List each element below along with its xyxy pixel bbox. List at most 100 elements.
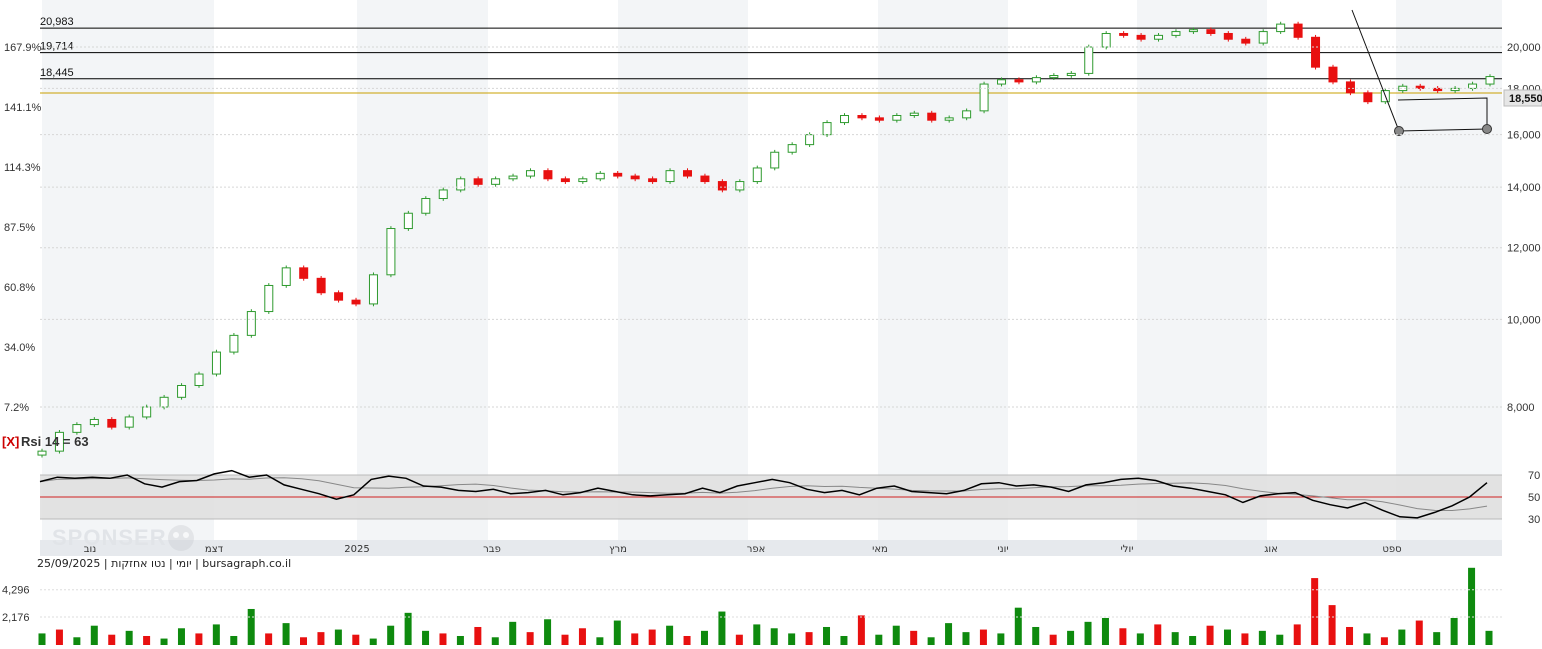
candle-up: [211, 351, 221, 375]
candle-up: [438, 189, 448, 200]
rsi-close-button[interactable]: [X]: [2, 434, 19, 449]
month-label: מאי: [872, 544, 888, 555]
month-label: מרץ: [609, 544, 627, 555]
volume-bar-up: [491, 637, 499, 645]
volume-bar-up: [1101, 617, 1109, 645]
volume-tick-label: 2,176: [2, 612, 30, 624]
volume-bar-down: [195, 633, 203, 645]
volume-bar-up: [1398, 629, 1406, 645]
percent-tick-label: 141.1%: [4, 102, 42, 114]
volume-bar-up: [404, 612, 412, 645]
price-axis: 8,00010,00012,00014,00016,00018,00020,00…: [40, 42, 1541, 414]
volume-bar-down: [683, 635, 691, 645]
candle-up: [1049, 75, 1059, 79]
volume-bar-down: [526, 632, 534, 645]
candle-up: [962, 110, 972, 119]
volume-bar-down: [352, 634, 360, 645]
month-label: אוג: [1264, 544, 1278, 555]
candle-down: [1345, 81, 1355, 94]
volume-bar-down: [474, 626, 482, 645]
candle-up: [491, 178, 501, 185]
candle-up: [525, 170, 535, 177]
volume-bar-down: [108, 634, 116, 645]
candle-up: [787, 144, 797, 153]
volume-bar-down: [805, 632, 813, 645]
candle-up: [1188, 29, 1198, 33]
volume-bar-up: [596, 637, 604, 645]
volume-bar-up: [456, 635, 464, 645]
rsi-label: Rsi 14 = 63: [21, 434, 89, 449]
candle-up: [909, 112, 919, 117]
candle-up: [595, 172, 605, 180]
chart-background: [42, 0, 1502, 540]
volume-bar-up: [422, 630, 430, 645]
candlestick-series: [37, 21, 1495, 458]
price-tick-label: 12,000: [1507, 243, 1541, 255]
candle-down: [927, 112, 937, 121]
rsi-tick-label: 70: [1528, 470, 1540, 482]
candle-down: [1206, 29, 1216, 34]
candle-down: [107, 418, 117, 428]
percent-tick-label: 7.2%: [4, 402, 29, 414]
volume-bar-up: [613, 620, 621, 645]
volume-bar-down: [979, 629, 987, 645]
volume-bar-up: [1067, 630, 1075, 645]
candle-up: [72, 424, 82, 433]
volume-bar-down: [300, 637, 308, 645]
volume-bar-down: [1380, 637, 1388, 645]
volume-bar-down: [1154, 624, 1162, 645]
volume-bar-down: [735, 634, 743, 645]
month-stripe: [357, 0, 488, 540]
month-stripe: [878, 0, 1008, 540]
volume-bar-up: [1450, 617, 1458, 645]
candle-up: [229, 334, 239, 353]
percent-tick-label: 114.3%: [4, 162, 41, 174]
price-tick-label: 10,000: [1507, 314, 1541, 326]
volume-bar-down: [1049, 634, 1057, 645]
volume-bar-up: [369, 638, 377, 645]
candle-up: [1066, 72, 1076, 77]
volume-bar-down: [1346, 626, 1354, 645]
candle-down: [874, 117, 884, 121]
volume-bar-up: [753, 624, 761, 645]
candle-up: [665, 170, 675, 183]
volume-bar-up: [509, 621, 517, 645]
volume-bar-up: [230, 635, 238, 645]
month-label: 2025: [344, 544, 369, 555]
month-label: יולי: [1121, 544, 1134, 555]
candle-up: [997, 79, 1007, 85]
candle-up: [578, 178, 588, 183]
candle-up: [159, 396, 169, 408]
candle-down: [543, 170, 553, 180]
volume-bar-up: [125, 630, 133, 645]
volume-bar-down: [1415, 620, 1423, 645]
candle-up: [1258, 31, 1268, 44]
candle-up: [892, 115, 902, 121]
candle-down: [1241, 38, 1251, 44]
volume-bar-down: [317, 632, 325, 645]
volume-bar-up: [387, 625, 395, 645]
month-axis-strip: [40, 540, 1502, 556]
candle-down: [630, 175, 640, 180]
level-label: 18,445: [40, 67, 74, 79]
volume-bar-down: [55, 629, 63, 645]
candle-down: [1293, 23, 1303, 38]
candle-up: [1084, 46, 1094, 74]
volume-bar-up: [212, 624, 220, 645]
volume-bar-up: [700, 630, 708, 645]
candle-up: [1468, 83, 1478, 89]
candle-down: [299, 267, 309, 279]
volume-bar-down: [561, 634, 569, 645]
rsi-tick-label: 50: [1528, 492, 1540, 504]
volume-bar-up: [1189, 635, 1197, 645]
volume-bar-up: [840, 635, 848, 645]
candle-up: [89, 418, 99, 426]
candle-up: [770, 151, 780, 169]
level-label: 20,983: [40, 16, 74, 28]
volume-bar-up: [1084, 621, 1092, 645]
volume-bar-up: [1258, 630, 1266, 645]
candle-up: [421, 198, 431, 214]
volume-bar-down: [143, 635, 151, 645]
candle-up: [37, 450, 47, 456]
volume-bar-up: [73, 637, 81, 645]
